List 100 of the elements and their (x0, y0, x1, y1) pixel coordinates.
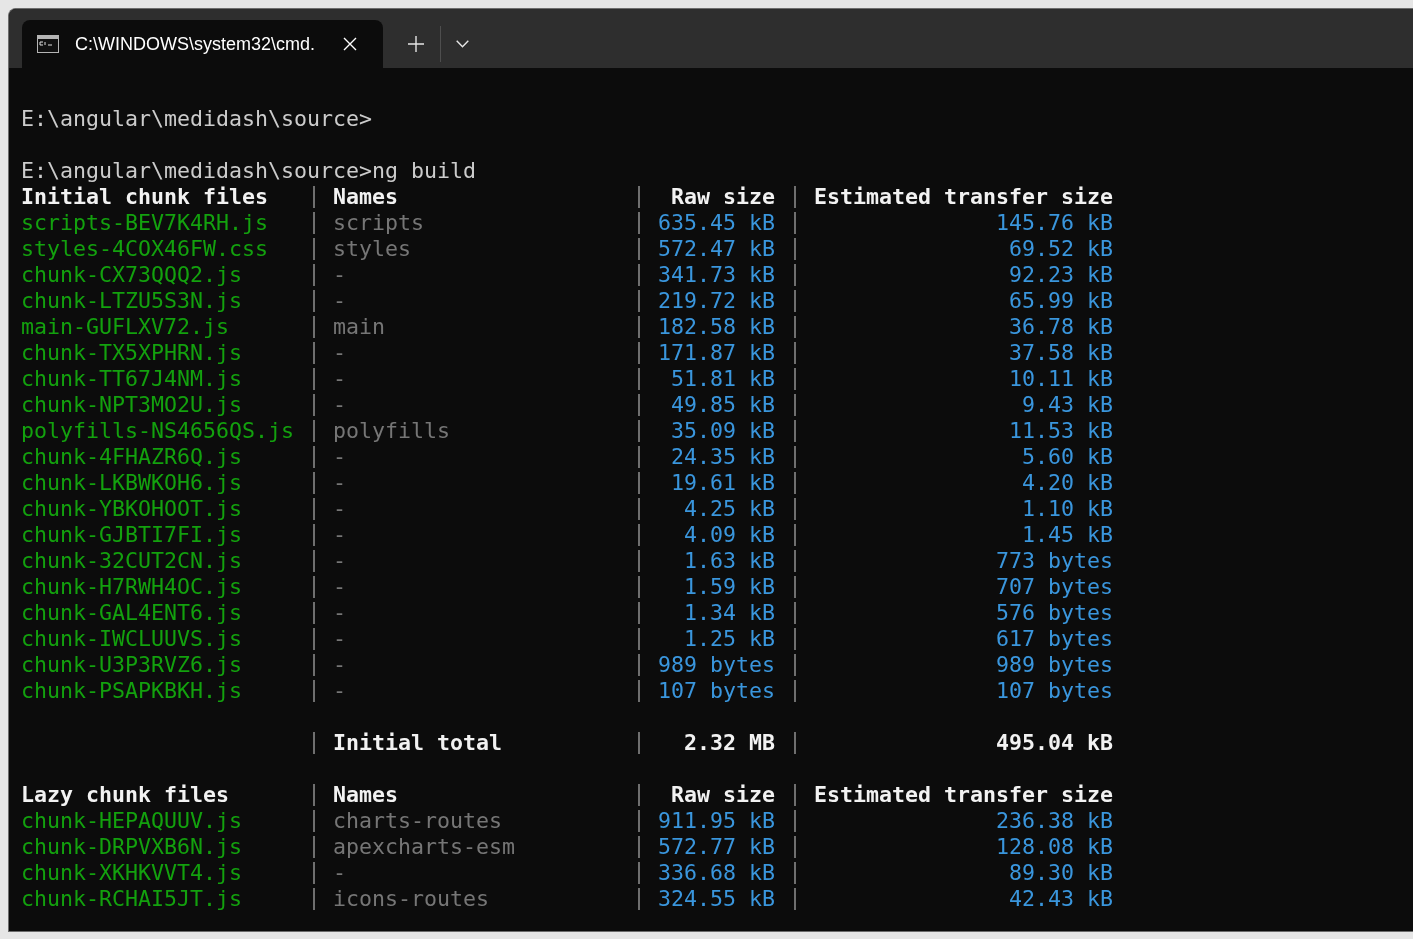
raw-size: 1.59 kB (684, 574, 775, 600)
file-name: scripts-BEV7K4RH.js (21, 210, 268, 236)
file-name: chunk-GJBTI7FI.js (21, 522, 242, 548)
chunk-name: - (333, 262, 346, 288)
transfer-size: 5.60 kB (1022, 444, 1113, 470)
total-label: Initial total (333, 730, 502, 756)
raw-size: 19.61 kB (671, 470, 775, 496)
chunk-name: - (333, 288, 346, 314)
file-name: chunk-NPT3MO2U.js (21, 392, 242, 418)
transfer-size: 576 bytes (996, 600, 1113, 626)
raw-size: 572.77 kB (658, 834, 775, 860)
chevron-down-icon (455, 40, 469, 48)
chunk-name: charts-routes (333, 808, 502, 834)
transfer-size: 773 bytes (996, 548, 1113, 574)
raw-size: 336.68 kB (658, 860, 775, 886)
chunk-name: - (333, 574, 346, 600)
file-name: chunk-HEPAQUUV.js (21, 808, 242, 834)
plus-icon (408, 36, 424, 52)
transfer-size: 707 bytes (996, 574, 1113, 600)
transfer-size: 1.45 kB (1022, 522, 1113, 548)
column-header: Lazy chunk files (21, 782, 229, 808)
transfer-size: 236.38 kB (996, 808, 1113, 834)
terminal-icon (37, 35, 59, 53)
transfer-size: 37.58 kB (1009, 340, 1113, 366)
transfer-size: 69.52 kB (1009, 236, 1113, 262)
chunk-name: - (333, 340, 346, 366)
transfer-size: 989 bytes (996, 652, 1113, 678)
transfer-size: 36.78 kB (1009, 314, 1113, 340)
file-name: chunk-PSAPKBKH.js (21, 678, 242, 704)
raw-size: 572.47 kB (658, 236, 775, 262)
file-name: chunk-TT67J4NM.js (21, 366, 242, 392)
file-name: chunk-U3P3RVZ6.js (21, 652, 242, 678)
file-name: main-GUFLXV72.js (21, 314, 229, 340)
transfer-size: 617 bytes (996, 626, 1113, 652)
raw-size: 171.87 kB (658, 340, 775, 366)
column-header: Initial chunk files (21, 184, 268, 210)
raw-size: 1.25 kB (684, 626, 775, 652)
transfer-size: 10.11 kB (1009, 366, 1113, 392)
raw-size: 24.35 kB (671, 444, 775, 470)
transfer-size: 128.08 kB (996, 834, 1113, 860)
transfer-size: 11.53 kB (1009, 418, 1113, 444)
raw-size: 635.45 kB (658, 210, 775, 236)
file-name: chunk-32CUT2CN.js (21, 548, 242, 574)
file-name: chunk-YBKOHOOT.js (21, 496, 242, 522)
chunk-name: - (333, 678, 346, 704)
column-header: Raw size (671, 782, 775, 808)
console-line: E:\angular\medidash\source> (21, 106, 372, 131)
chunk-name: - (333, 522, 346, 548)
transfer-size: 42.43 kB (1009, 886, 1113, 912)
terminal-tab[interactable]: C:\WINDOWS\system32\cmd. (22, 20, 383, 68)
raw-size: 107 bytes (658, 678, 775, 704)
chunk-name: - (333, 860, 346, 886)
chunk-name: - (333, 626, 346, 652)
chunk-name: - (333, 496, 346, 522)
chunk-name: styles (333, 236, 411, 262)
transfer-size: 89.30 kB (1009, 860, 1113, 886)
chunk-name: polyfills (333, 418, 450, 444)
transfer-size: 107 bytes (996, 678, 1113, 704)
file-name: polyfills-NS4656QS.js (21, 418, 294, 444)
transfer-size: 92.23 kB (1009, 262, 1113, 288)
chunk-name: icons-routes (333, 886, 489, 912)
chunk-name: - (333, 600, 346, 626)
chunk-name: - (333, 548, 346, 574)
file-name: chunk-LKBWKOH6.js (21, 470, 242, 496)
raw-size: 1.63 kB (684, 548, 775, 574)
chunk-name: - (333, 444, 346, 470)
file-name: chunk-RCHAI5JT.js (21, 886, 242, 912)
chunk-name: - (333, 470, 346, 496)
close-icon (343, 37, 357, 51)
transfer-size: 145.76 kB (996, 210, 1113, 236)
transfer-size: 9.43 kB (1022, 392, 1113, 418)
chunk-name: - (333, 392, 346, 418)
file-name: chunk-H7RWH4OC.js (21, 574, 242, 600)
raw-size: 4.25 kB (684, 496, 775, 522)
total-transfer-size: 495.04 kB (996, 730, 1113, 756)
raw-size: 51.81 kB (671, 366, 775, 392)
file-name: styles-4COX46FW.css (21, 236, 268, 262)
transfer-size: 4.20 kB (1022, 470, 1113, 496)
raw-size: 911.95 kB (658, 808, 775, 834)
column-header: Estimated transfer size (814, 782, 1113, 808)
transfer-size: 1.10 kB (1022, 496, 1113, 522)
raw-size: 182.58 kB (658, 314, 775, 340)
chunk-name: apexcharts-esm (333, 834, 515, 860)
file-name: chunk-LTZU5S3N.js (21, 288, 242, 314)
raw-size: 35.09 kB (671, 418, 775, 444)
column-header: Names (333, 782, 398, 808)
file-name: chunk-GAL4ENT6.js (21, 600, 242, 626)
file-name: chunk-XKHKVVT4.js (21, 860, 242, 886)
chunk-name: scripts (333, 210, 424, 236)
chunk-name: main (333, 314, 385, 340)
raw-size: 341.73 kB (658, 262, 775, 288)
raw-size: 219.72 kB (658, 288, 775, 314)
file-name: chunk-4FHAZR6Q.js (21, 444, 242, 470)
raw-size: 4.09 kB (684, 522, 775, 548)
console-line: E:\angular\medidash\source>ng build (21, 158, 477, 183)
raw-size: 989 bytes (658, 652, 775, 678)
raw-size: 49.85 kB (671, 392, 775, 418)
chunk-name: - (333, 652, 346, 678)
column-header: Estimated transfer size (814, 184, 1113, 210)
file-name: chunk-TX5XPHRN.js (21, 340, 242, 366)
